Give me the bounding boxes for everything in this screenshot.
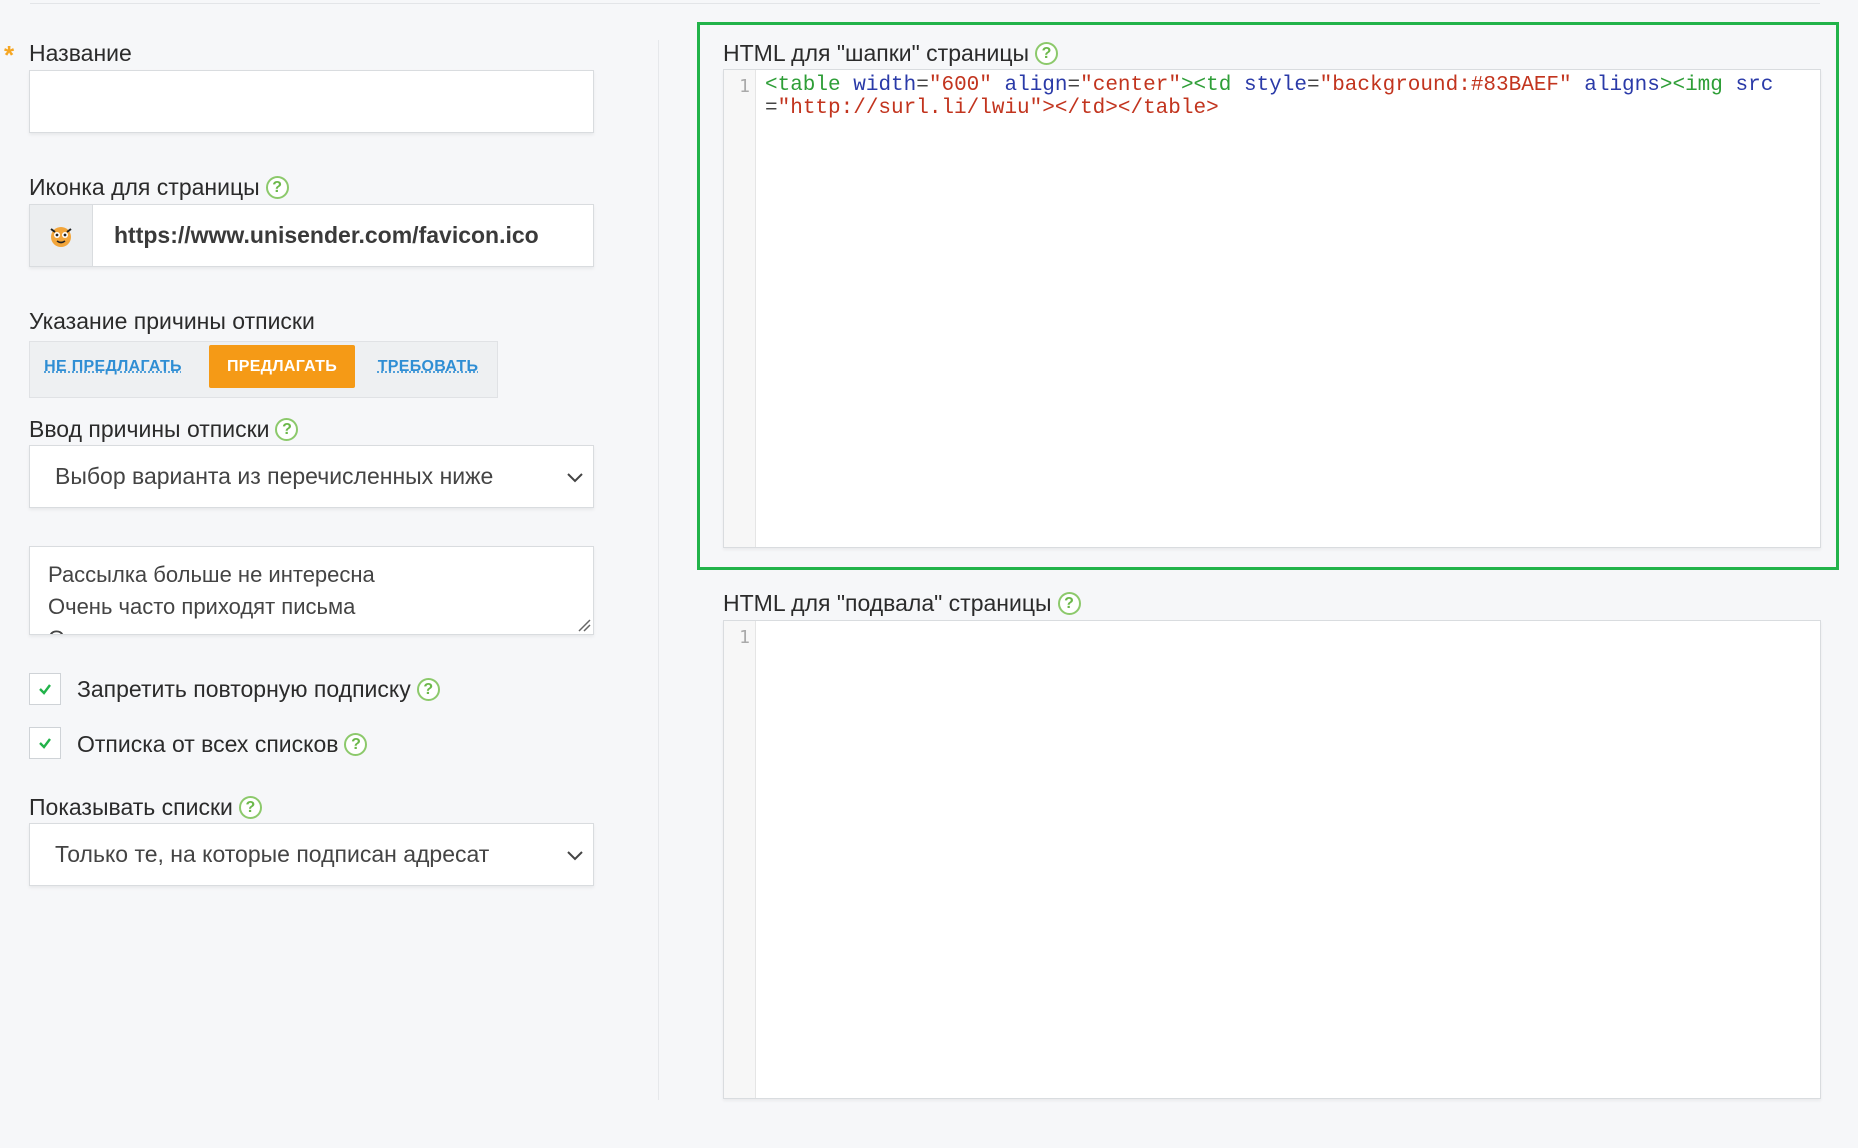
code-token-punc xyxy=(1572,74,1585,97)
code-token-attr: style xyxy=(1243,74,1307,97)
question-circle-icon[interactable]: ? xyxy=(275,418,299,441)
line-number: 1 xyxy=(739,627,750,648)
code-token-attr: aligns xyxy=(1584,74,1660,97)
forbid-resubscribe-checkbox[interactable] xyxy=(29,673,61,705)
name-input[interactable] xyxy=(29,70,594,133)
unsubscribe-all-label: Отписка от всех списков ? xyxy=(77,731,368,758)
code-token-punc xyxy=(841,74,854,97)
code-token-str: "http://surl.li/lwiu" xyxy=(777,97,1043,120)
required-marker: * xyxy=(4,40,15,70)
header-html-label: HTML для "шапки" страницы ? xyxy=(723,40,1059,67)
code-token-tag: <table xyxy=(765,74,841,97)
show-lists-select[interactable]: Только те, на которые подписан адресат xyxy=(29,823,594,886)
icon-label: Иконка для страницы ? xyxy=(29,174,289,201)
checkmark-icon xyxy=(39,684,51,695)
line-gutter: 1 xyxy=(724,621,756,1098)
top-divider xyxy=(30,3,1820,4)
code-token-str: "center" xyxy=(1080,74,1181,97)
reason-list-item: Рассылка больше не интересна xyxy=(48,562,375,587)
unisender-monkey-icon xyxy=(50,226,72,247)
code-token-tag: > xyxy=(1180,74,1194,97)
header-code-content: <table width="600" align="center"><td st… xyxy=(765,74,1800,120)
footer-code-editor[interactable]: 1 xyxy=(723,620,1821,1099)
code-token-punc xyxy=(1231,74,1244,97)
reason-label: Указание причины отписки xyxy=(29,308,315,334)
chevron-down-icon xyxy=(567,472,583,482)
question-circle-icon[interactable]: ? xyxy=(265,176,289,199)
code-token-attr: align xyxy=(1004,74,1068,97)
resize-handle-icon[interactable] xyxy=(577,618,591,632)
checkmark-icon xyxy=(39,738,51,749)
question-circle-icon[interactable]: ? xyxy=(1057,592,1081,615)
code-token-tag: <td xyxy=(1193,74,1232,97)
reason-input-select[interactable]: Выбор варианта из перечисленных ниже xyxy=(29,445,594,508)
show-lists-label: Показывать списки ? xyxy=(29,794,262,821)
reason-segmented-control: НЕ ПРЕДЛАГАТЬ ПРЕДЛАГАТЬ ТРЕБОВАТЬ xyxy=(29,341,498,398)
code-token-punc: = xyxy=(1306,74,1320,97)
icon-url-value: https://www.unisender.com/favicon.ico xyxy=(114,222,539,248)
code-token-punc xyxy=(992,74,1005,97)
question-circle-icon[interactable]: ? xyxy=(1035,42,1059,65)
reason-option-none[interactable]: НЕ ПРЕДЛАГАТЬ xyxy=(42,345,184,388)
favicon-preview xyxy=(30,205,93,266)
code-token-punc xyxy=(1723,74,1736,97)
footer-html-label: HTML для "подвала" страницы ? xyxy=(723,590,1081,617)
code-token-str: "background:#83BAEF" xyxy=(1319,74,1572,97)
reason-list-textarea[interactable]: Рассылка больше не интересна Очень часто… xyxy=(29,546,594,635)
icon-url-field[interactable]: https://www.unisender.com/favicon.ico xyxy=(29,204,594,267)
reason-input-value: Выбор варианта из перечисленных ниже xyxy=(55,463,494,489)
reason-option-require[interactable]: ТРЕБОВАТЬ xyxy=(373,345,483,388)
code-token-str: ></td></table> xyxy=(1042,97,1219,120)
reason-list-item: Очень часто приходят письма xyxy=(48,594,356,619)
question-circle-icon[interactable]: ? xyxy=(416,678,440,701)
code-token-punc: = xyxy=(916,74,929,97)
code-token-tag: ><img xyxy=(1659,74,1723,97)
reason-input-label: Ввод причины отписки ? xyxy=(29,416,299,443)
header-code-editor[interactable]: 1 <table width="600" align="center"><td … xyxy=(723,69,1821,548)
reason-option-offer[interactable]: ПРЕДЛАГАТЬ xyxy=(209,345,355,388)
code-token-str: "600" xyxy=(928,74,992,97)
question-circle-icon[interactable]: ? xyxy=(344,733,368,756)
reason-list-item: Огромное количество рассылок и писем xyxy=(48,623,461,634)
code-token-punc: = xyxy=(765,97,778,120)
show-lists-value: Только те, на которые подписан адресат xyxy=(55,841,490,867)
name-label: Название xyxy=(29,40,132,66)
question-circle-icon[interactable]: ? xyxy=(238,796,262,819)
code-token-punc: = xyxy=(1067,74,1081,97)
forbid-resubscribe-label: Запретить повторную подписку ? xyxy=(77,676,440,703)
line-number: 1 xyxy=(739,76,750,97)
chevron-down-icon xyxy=(567,850,583,860)
code-token-attr: src xyxy=(1735,74,1774,97)
code-token-attr: width xyxy=(853,74,917,97)
line-gutter: 1 xyxy=(724,70,756,547)
column-divider xyxy=(658,40,659,1100)
unsubscribe-all-checkbox[interactable] xyxy=(29,727,61,759)
